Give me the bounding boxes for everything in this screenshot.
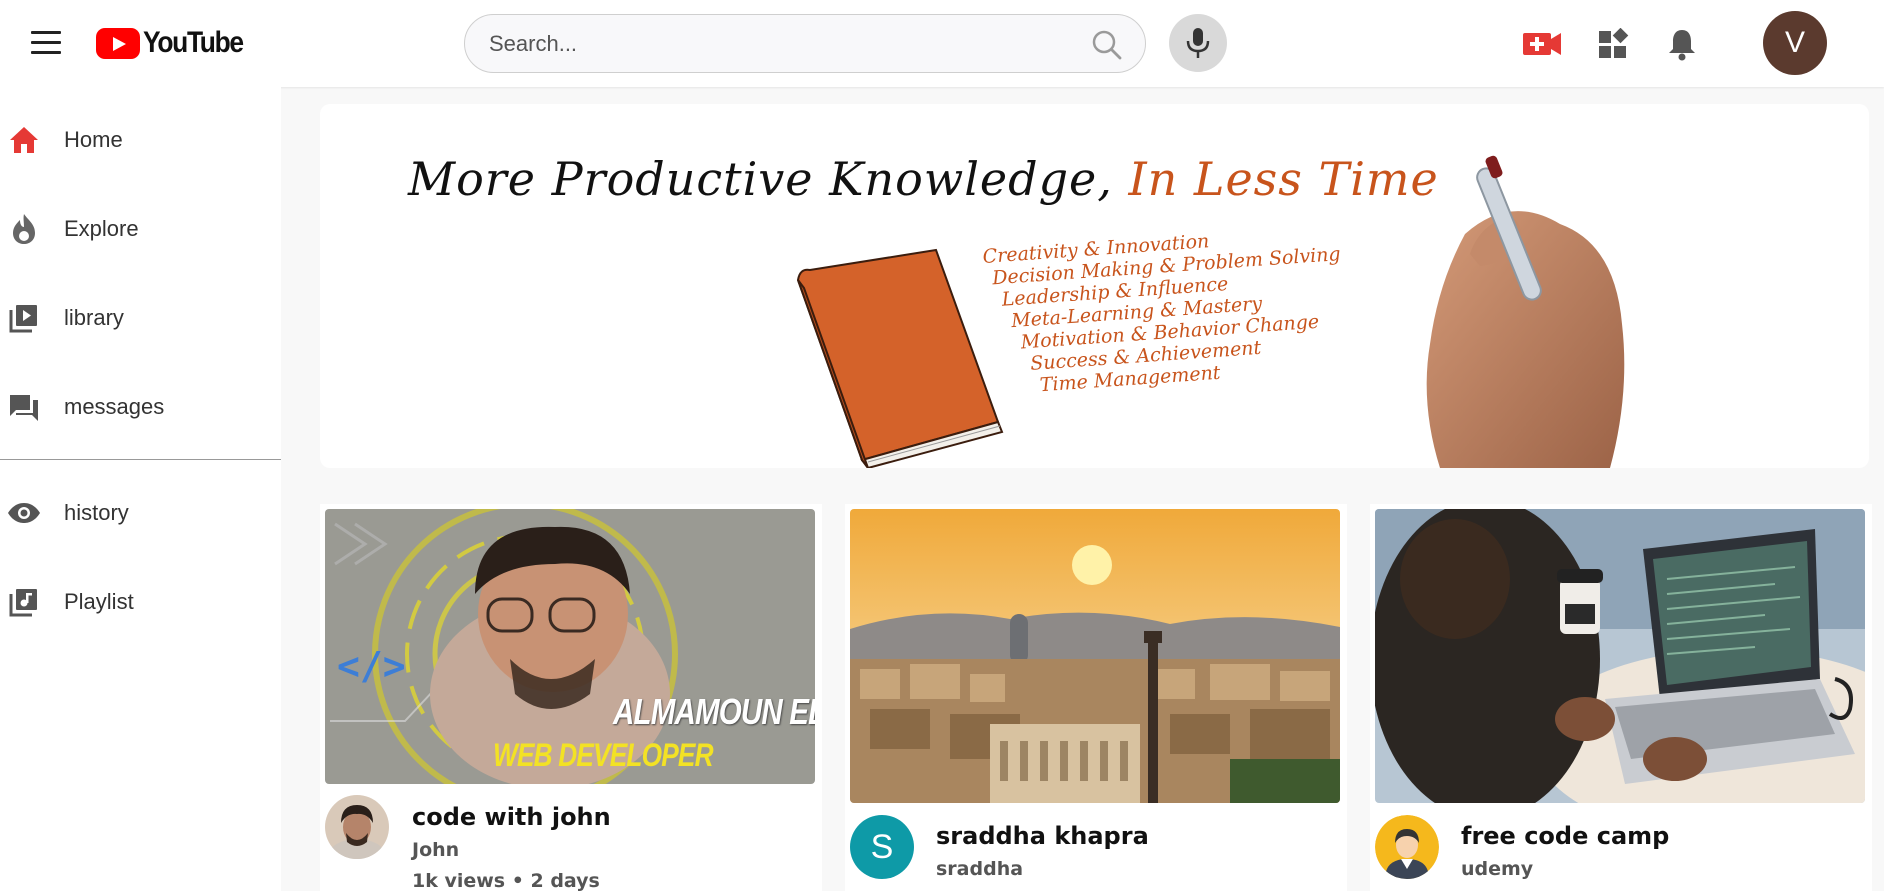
video-thumbnail[interactable] bbox=[1375, 509, 1865, 803]
search-bar bbox=[464, 14, 1146, 73]
video-card[interactable]: free code camp udemy bbox=[1370, 504, 1872, 891]
video-meta: 1k views • 2 days bbox=[412, 870, 600, 891]
video-card[interactable]: S sraddha khapra sraddha bbox=[845, 504, 1347, 891]
channel-name[interactable]: John bbox=[412, 839, 459, 861]
thumbnail-image bbox=[850, 509, 1340, 803]
sidebar-item-messages[interactable]: messages bbox=[0, 377, 281, 437]
video-title[interactable]: code with john bbox=[412, 803, 611, 831]
search-icon[interactable] bbox=[1091, 29, 1123, 61]
sidebar: Home Explore library messages history Pl… bbox=[0, 87, 281, 891]
sidebar-item-playlist[interactable]: Playlist bbox=[0, 572, 281, 632]
sidebar-item-label: Home bbox=[64, 127, 123, 152]
home-icon bbox=[7, 123, 41, 157]
library-icon bbox=[7, 301, 41, 335]
menu-icon[interactable] bbox=[31, 31, 61, 55]
video-thumbnail[interactable] bbox=[850, 509, 1340, 803]
channel-avatar[interactable]: S bbox=[850, 815, 914, 879]
thumbnail-subtitle-text: WEB DEVELOPER bbox=[493, 737, 714, 773]
channel-name[interactable]: udemy bbox=[1461, 858, 1533, 880]
thumbnail-name-text: ALMAMOUN EL bbox=[613, 691, 815, 732]
hand-with-marker-image bbox=[1426, 155, 1625, 468]
video-title[interactable]: free code camp bbox=[1461, 822, 1669, 850]
messages-icon bbox=[7, 390, 41, 424]
channel-avatar[interactable] bbox=[325, 795, 389, 859]
notifications-button[interactable] bbox=[1662, 24, 1702, 64]
youtube-logo[interactable]: YouTube bbox=[96, 25, 256, 61]
sidebar-item-label: library bbox=[64, 305, 124, 330]
top-bar: YouTube Search... V bbox=[0, 0, 1884, 87]
channel-avatar-image bbox=[325, 795, 389, 859]
sidebar-item-label: Explore bbox=[64, 216, 139, 241]
apps-button[interactable] bbox=[1593, 24, 1633, 64]
mic-icon bbox=[1186, 28, 1210, 58]
banner-title: More Productive Knowledge, In Less Time bbox=[408, 152, 1439, 206]
sidebar-item-label: Playlist bbox=[64, 589, 134, 614]
thumbnail-image bbox=[1375, 509, 1865, 803]
logo-text: YouTube bbox=[143, 26, 244, 59]
sidebar-item-library[interactable]: library bbox=[0, 288, 281, 348]
sidebar-item-history[interactable]: history bbox=[0, 483, 281, 543]
voice-search-button[interactable] bbox=[1169, 14, 1227, 72]
channel-avatar-image bbox=[1375, 815, 1439, 879]
code-glyph: </> bbox=[337, 644, 406, 688]
play-logo-icon bbox=[96, 27, 140, 59]
create-video-button[interactable] bbox=[1522, 24, 1562, 64]
skills-list: Creativity & Innovation Decision Making … bbox=[982, 221, 1349, 400]
hero-banner[interactable]: More Productive Knowledge, In Less Time … bbox=[320, 104, 1869, 468]
sidebar-item-label: history bbox=[64, 500, 129, 525]
video-thumbnail[interactable]: </> ALMAMOUN EL WEB DEVELOPER bbox=[325, 509, 815, 784]
eye-icon bbox=[7, 496, 41, 530]
banner-title-main: More Productive Knowledge, bbox=[408, 152, 1129, 206]
create-video-icon bbox=[1523, 33, 1561, 55]
video-card[interactable]: </> ALMAMOUN EL WEB DEVELOPER code with … bbox=[320, 504, 822, 891]
flame-icon bbox=[7, 212, 41, 246]
sidebar-item-home[interactable]: Home bbox=[0, 110, 281, 170]
channel-avatar[interactable] bbox=[1375, 815, 1439, 879]
bell-icon bbox=[1669, 30, 1695, 61]
sidebar-divider bbox=[0, 459, 281, 460]
apps-icon bbox=[1599, 28, 1629, 58]
account-avatar[interactable]: V bbox=[1763, 11, 1827, 75]
playlist-icon bbox=[7, 585, 41, 619]
video-title[interactable]: sraddha khapra bbox=[936, 822, 1149, 850]
sidebar-item-label: messages bbox=[64, 394, 165, 419]
search-input[interactable] bbox=[489, 29, 1049, 59]
sidebar-item-explore[interactable]: Explore bbox=[0, 199, 281, 259]
channel-name[interactable]: sraddha bbox=[936, 858, 1023, 880]
